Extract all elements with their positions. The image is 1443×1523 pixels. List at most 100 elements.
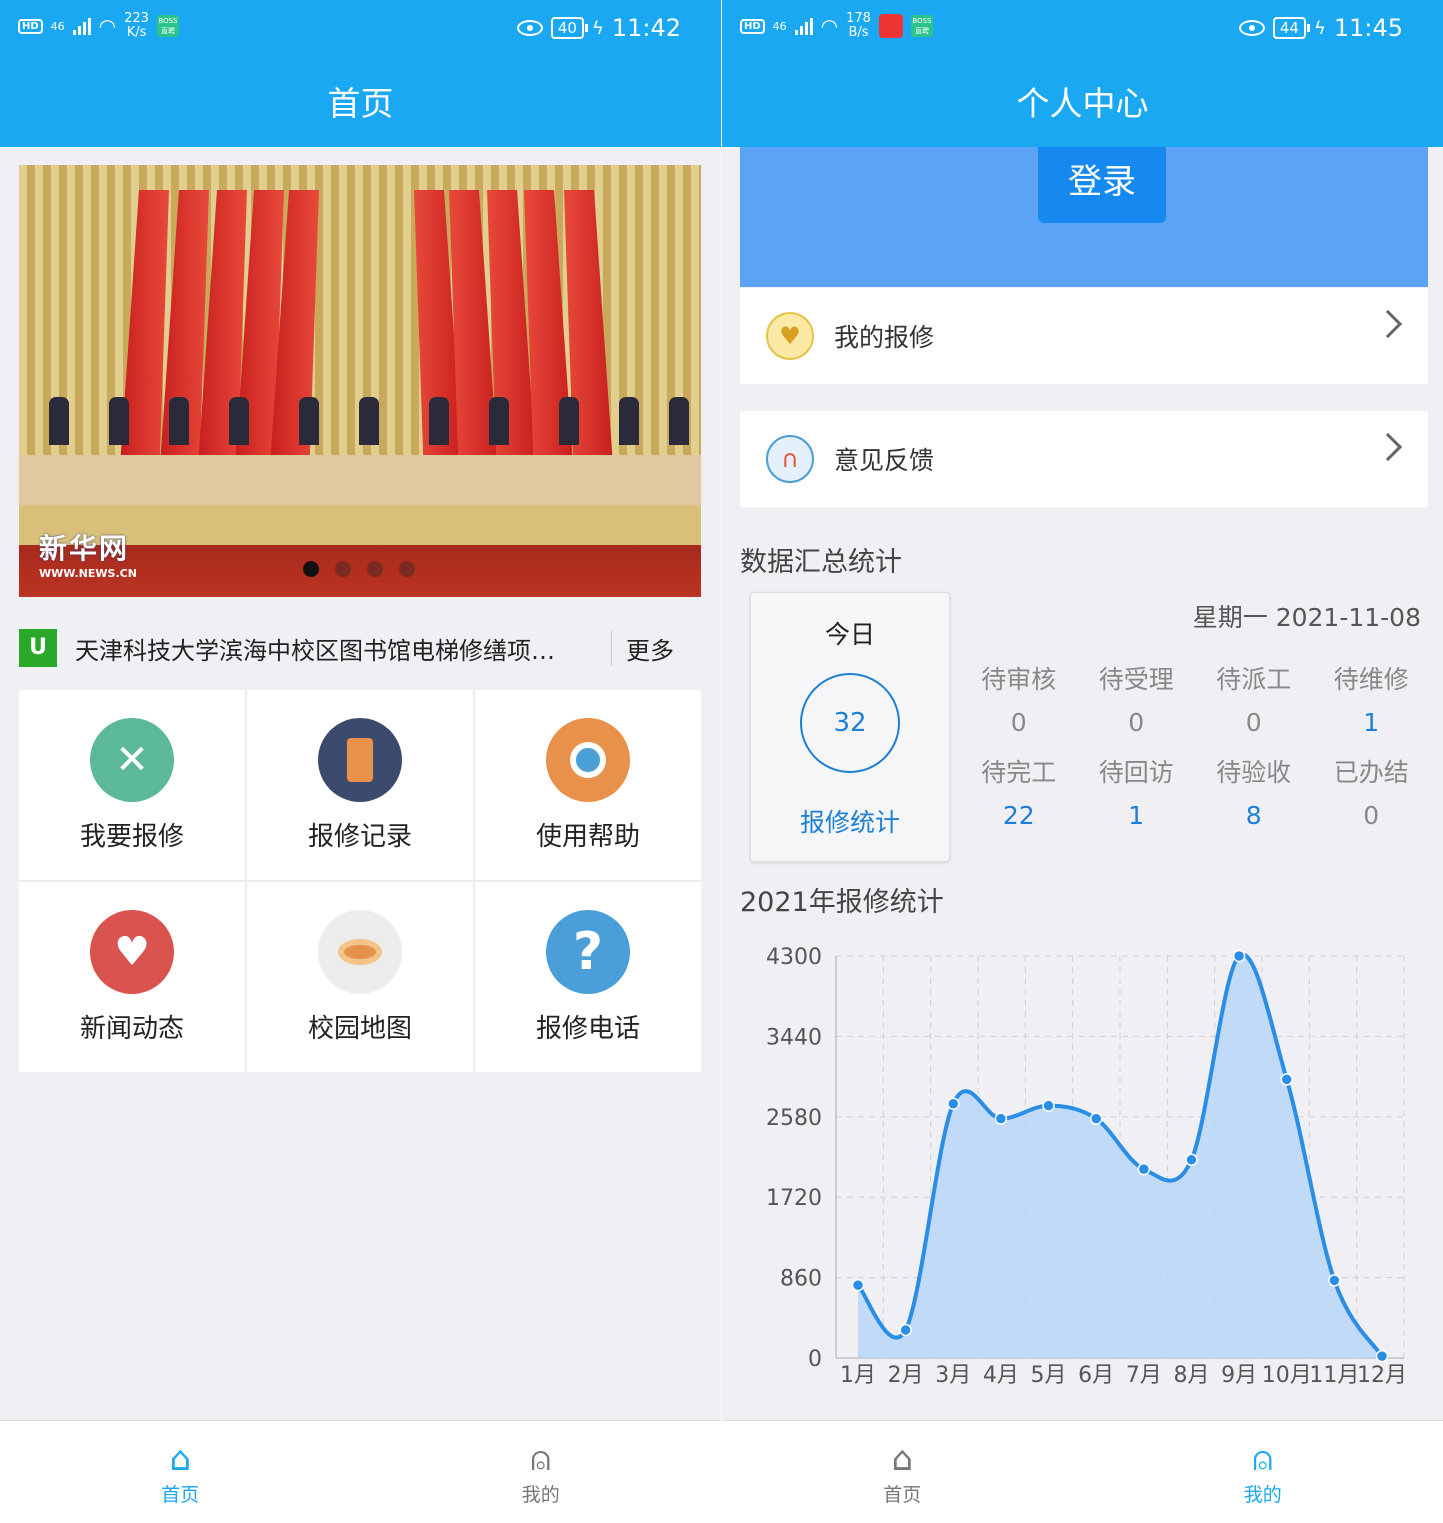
network-type: 46	[50, 19, 65, 33]
feature-grid: ✕ 我要报修 报修记录 使用帮助 ♥ 新闻动态 校园地图 ? 报修电话	[19, 690, 701, 1072]
chevron-right-icon	[1373, 309, 1403, 339]
data-point	[1042, 1099, 1055, 1112]
grid-item-news[interactable]: ♥ 新闻动态	[19, 882, 245, 1072]
user-icon: ⍝	[1252, 1438, 1273, 1479]
x-tick-label: 10月	[1262, 1363, 1312, 1388]
status-bar: HD 46 ◠ 223 K/s BOSS 直聘 40 ϟ 11:42	[0, 0, 721, 60]
wifi-icon: ◠	[98, 14, 117, 38]
x-tick-label: 1月	[840, 1363, 876, 1388]
summary-title: 数据汇总统计	[740, 547, 902, 578]
today-label: 今日	[824, 620, 875, 649]
banner-person	[489, 397, 509, 445]
hd-badge: HD	[740, 18, 765, 34]
charging-icon: ϟ	[1313, 17, 1326, 39]
banner-person	[669, 397, 689, 445]
login-button[interactable]: 登录	[1038, 147, 1166, 223]
menu-item-my-repairs[interactable]: ♥ 我的报修	[740, 288, 1428, 384]
banner-carousel[interactable]: 新华网 WWW.NEWS.CN	[19, 165, 701, 597]
stat-pending-revisit[interactable]: 待回访 1	[1078, 753, 1196, 830]
network-type: 46	[772, 19, 787, 33]
stat-pending-repair[interactable]: 待维修 1	[1313, 660, 1431, 737]
menu-item-label: 意见反馈	[834, 446, 935, 475]
profile-screen: HD 46 ◠ 178 B/s BOSS 直聘 44 ϟ 11:45 个人中心 登录…	[722, 0, 1443, 1523]
stat-value: 22	[1002, 801, 1035, 830]
data-point	[1185, 1153, 1198, 1167]
clock: 11:45	[1333, 14, 1403, 42]
tab-home[interactable]: ⌂ 首页	[0, 1421, 361, 1523]
grid-item-records[interactable]: 报修记录	[247, 690, 473, 880]
today-caption: 报修统计	[799, 808, 900, 837]
grid-item-map[interactable]: 校园地图	[247, 882, 473, 1072]
xinhua-logo: 新华网 WWW.NEWS.CN	[39, 532, 137, 580]
stat-pending-dispatch[interactable]: 待派工 0	[1195, 660, 1313, 737]
carousel-dot[interactable]	[335, 561, 351, 577]
banner-person	[109, 397, 129, 445]
date-label: 星期一 2021-11-08	[1192, 603, 1421, 632]
more-link[interactable]: 更多	[611, 630, 674, 666]
banner-person	[619, 397, 639, 445]
battery-icon: 44	[1272, 17, 1311, 39]
magnifier-icon	[546, 717, 630, 802]
news-headline[interactable]: 天津科技大学滨海中校区图书馆电梯修缮项…	[75, 631, 595, 666]
headphones-icon: ∩	[766, 435, 814, 483]
y-tick-label: 860	[780, 1267, 822, 1292]
stat-value: 1	[1363, 708, 1380, 737]
tab-mine[interactable]: ⍝ 我的	[361, 1421, 722, 1523]
chart-title: 2021年报修统计	[740, 887, 944, 918]
menu-item-feedback[interactable]: ∩ 意见反馈	[740, 411, 1428, 507]
boss-app-icon: BOSS 直聘	[156, 15, 179, 37]
x-tick-label: 5月	[1031, 1363, 1067, 1388]
grid-item-label: 新闻动态	[79, 1013, 184, 1044]
grid-item-label: 使用帮助	[535, 821, 640, 852]
carousel-dot[interactable]	[367, 561, 383, 577]
x-tick-label: 9月	[1221, 1363, 1257, 1388]
eye-icon	[318, 909, 402, 994]
data-point	[994, 1112, 1008, 1125]
stat-label: 待回访	[1098, 758, 1174, 787]
stat-value: 8	[1245, 801, 1262, 830]
net-speed: 223 K/s	[124, 11, 149, 40]
carousel-dots	[303, 561, 415, 577]
news-icon: U	[19, 629, 57, 667]
stat-pending-review[interactable]: 待审核 0	[960, 660, 1078, 737]
x-tick-label: 3月	[935, 1363, 971, 1388]
record-book-icon	[318, 717, 402, 802]
heart-badge-icon: ♥	[766, 312, 814, 360]
y-tick-label: 2580	[766, 1106, 822, 1131]
stat-closed[interactable]: 已办结 0	[1313, 753, 1431, 830]
stat-value: 1	[1128, 801, 1145, 830]
grid-item-phone[interactable]: ? 报修电话	[475, 882, 701, 1072]
signal-icon	[72, 17, 91, 35]
carousel-dot[interactable]	[399, 561, 415, 577]
banner-person	[429, 397, 449, 445]
stat-value: 0	[1010, 708, 1027, 737]
tab-home[interactable]: ⌂ 首页	[722, 1421, 1083, 1523]
y-tick-label: 1720	[766, 1186, 822, 1211]
y-tick-label: 4300	[766, 945, 822, 970]
boss-app-icon: BOSS 直聘	[910, 15, 933, 37]
stat-value: 0	[1363, 801, 1380, 830]
x-tick-label: 6月	[1078, 1363, 1114, 1388]
data-point	[1232, 949, 1246, 963]
stat-pending-accept[interactable]: 待受理 0	[1078, 660, 1196, 737]
stat-pending-complete[interactable]: 待完工 22	[960, 753, 1078, 830]
net-speed: 178 B/s	[846, 11, 871, 40]
today-card[interactable]: 今日 32 报修统计	[750, 592, 950, 862]
stat-label: 已办结	[1333, 758, 1409, 787]
news-ticker[interactable]: U 天津科技大学滨海中校区图书馆电梯修缮项… 更多	[19, 622, 701, 674]
data-point	[899, 1323, 912, 1337]
tab-mine[interactable]: ⍝ 我的	[1083, 1421, 1443, 1523]
home-icon: ⌂	[169, 1438, 192, 1479]
carousel-dot[interactable]	[303, 561, 319, 577]
clock: 11:42	[611, 14, 681, 42]
stat-pending-accept-check[interactable]: 待验收 8	[1195, 753, 1313, 830]
data-point	[851, 1278, 865, 1292]
stat-label: 待验收	[1216, 758, 1292, 787]
grid-item-label: 校园地图	[307, 1013, 412, 1044]
status-bar: HD 46 ◠ 178 B/s BOSS 直聘 44 ϟ 11:45	[722, 0, 1443, 60]
grid-item-repair[interactable]: ✕ 我要报修	[19, 690, 245, 880]
data-point	[1137, 1162, 1151, 1176]
today-count: 32	[800, 673, 900, 773]
status-stats: 待审核 0 待受理 0 待派工 0 待维修 1 待完工 22 待回访 1 待验收 8 已办结 0	[960, 660, 1430, 830]
grid-item-help[interactable]: 使用帮助	[475, 690, 701, 880]
